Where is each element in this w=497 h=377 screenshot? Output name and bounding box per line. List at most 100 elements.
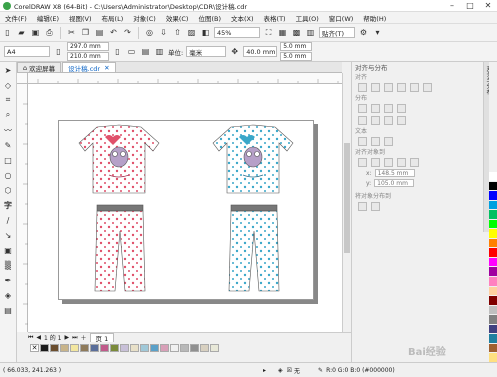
align-right-icon[interactable] bbox=[384, 82, 393, 92]
connector-tool-icon[interactable]: ↘ bbox=[2, 229, 14, 241]
new-icon[interactable]: ▯ bbox=[2, 27, 13, 38]
ellipse-tool-icon[interactable]: ○ bbox=[2, 169, 14, 181]
nudge-distance-field[interactable]: 40.0 mm bbox=[243, 46, 278, 57]
specified-point-icon[interactable] bbox=[410, 157, 419, 167]
scrollbar-thumb[interactable] bbox=[344, 143, 350, 253]
tab-welcome[interactable]: ⌂ 欢迎屏幕 bbox=[17, 62, 62, 73]
color-swatch[interactable] bbox=[120, 343, 129, 352]
menu-help[interactable]: 帮助(H) bbox=[358, 13, 391, 23]
ruler-origin[interactable] bbox=[17, 73, 28, 84]
shape-tool-icon[interactable]: ◇ bbox=[2, 79, 14, 91]
align-left-icon[interactable] bbox=[358, 82, 367, 92]
color-swatch[interactable] bbox=[160, 343, 169, 352]
no-color-swatch[interactable]: ✕ bbox=[30, 343, 39, 352]
freehand-tool-icon[interactable]: 〰 bbox=[2, 124, 14, 136]
color-swatch[interactable] bbox=[180, 343, 189, 352]
zoom-level-select[interactable]: 45% bbox=[214, 27, 260, 38]
distribute-right-icon[interactable] bbox=[397, 103, 406, 113]
color-swatch[interactable] bbox=[50, 343, 59, 352]
last-page-icon[interactable]: ⏭ bbox=[72, 334, 77, 342]
options-icon[interactable]: ▾ bbox=[372, 27, 383, 38]
eyedropper-icon[interactable]: ✒ bbox=[2, 274, 14, 286]
polygon-tool-icon[interactable]: ⬡ bbox=[2, 184, 14, 196]
grid-align-icon[interactable] bbox=[397, 157, 406, 167]
color-swatch[interactable] bbox=[489, 200, 497, 210]
paste-icon[interactable]: ▤ bbox=[94, 27, 105, 38]
artistic-media-icon[interactable]: ✎ bbox=[2, 139, 14, 151]
menu-text[interactable]: 文本(X) bbox=[226, 13, 259, 23]
smart-fill-icon[interactable]: ▤ bbox=[2, 304, 14, 316]
color-swatch[interactable] bbox=[489, 296, 497, 305]
redo-icon[interactable]: ↷ bbox=[122, 27, 133, 38]
full-screen-icon[interactable]: ⛶ bbox=[263, 27, 274, 38]
first-page-icon[interactable]: ⏮ bbox=[28, 334, 33, 342]
open-icon[interactable]: ▰ bbox=[16, 27, 27, 38]
print-icon[interactable]: ⎙ bbox=[44, 27, 55, 38]
snap-to-dropdown[interactable]: 贴齐(T) bbox=[319, 27, 355, 38]
close-tab-icon[interactable]: ✕ bbox=[104, 64, 109, 72]
menu-bitmaps[interactable]: 位图(B) bbox=[193, 13, 226, 23]
gear-icon[interactable]: ⚙ bbox=[358, 27, 369, 38]
color-swatch[interactable] bbox=[489, 353, 497, 362]
current-page-icon[interactable]: ▥ bbox=[154, 46, 165, 57]
drawing-canvas[interactable] bbox=[28, 84, 342, 332]
menu-tools[interactable]: 工具(O) bbox=[291, 13, 324, 23]
menu-window[interactable]: 窗口(W) bbox=[324, 13, 359, 23]
color-swatch[interactable] bbox=[210, 343, 219, 352]
duplicate-y-field[interactable]: 5.0 mm bbox=[280, 52, 313, 61]
copy-icon[interactable]: ❐ bbox=[80, 27, 91, 38]
page-extent-icon[interactable] bbox=[371, 201, 380, 211]
align-top-icon[interactable] bbox=[397, 82, 406, 92]
menu-layout[interactable]: 布局(L) bbox=[97, 13, 129, 23]
horizontal-ruler[interactable] bbox=[28, 73, 342, 84]
tab-design-doc[interactable]: 设计稿.cdr ✕ bbox=[62, 62, 116, 73]
page-height-field[interactable]: 210.0 mm bbox=[67, 52, 109, 61]
distribute-center-h-icon[interactable] bbox=[371, 103, 380, 113]
distribute-bottom-icon[interactable] bbox=[397, 115, 406, 125]
color-swatch[interactable] bbox=[140, 343, 149, 352]
color-swatch[interactable] bbox=[489, 343, 497, 353]
page-center-icon[interactable] bbox=[384, 157, 393, 167]
distribute-left-icon[interactable] bbox=[358, 103, 367, 113]
color-swatch[interactable] bbox=[60, 343, 69, 352]
color-swatch[interactable] bbox=[190, 343, 199, 352]
color-swatch[interactable] bbox=[489, 219, 497, 229]
all-pages-icon[interactable]: ▤ bbox=[140, 46, 151, 57]
minimize-icon[interactable]: – bbox=[443, 0, 461, 12]
portrait-orientation-icon[interactable]: ▯ bbox=[112, 46, 123, 57]
menu-edit[interactable]: 编辑(E) bbox=[32, 13, 64, 23]
search-content-icon[interactable]: ◎ bbox=[144, 27, 155, 38]
distribute-spacing-h-icon[interactable] bbox=[384, 103, 393, 113]
paper-size-select[interactable]: A4 bbox=[4, 46, 50, 57]
active-objects-icon[interactable] bbox=[358, 157, 367, 167]
color-swatch[interactable] bbox=[489, 181, 497, 191]
interactive-fill-icon[interactable]: ◈ bbox=[2, 289, 14, 301]
crop-tool-icon[interactable]: ⌗ bbox=[2, 94, 14, 106]
page-width-field[interactable]: 297.0 mm bbox=[67, 42, 109, 51]
menu-view[interactable]: 视图(V) bbox=[64, 13, 97, 23]
color-swatch[interactable] bbox=[80, 343, 89, 352]
color-swatch[interactable] bbox=[40, 343, 49, 352]
pdf-icon[interactable]: ▨ bbox=[186, 27, 197, 38]
align-center-h-icon[interactable] bbox=[371, 82, 380, 92]
transparency-icon[interactable]: ▒ bbox=[2, 259, 14, 271]
color-swatch[interactable] bbox=[489, 305, 497, 315]
align-center-v-icon[interactable] bbox=[410, 82, 419, 92]
zoom-tool-icon[interactable]: ⌕ bbox=[2, 109, 14, 121]
app-launcher-icon[interactable]: ◧ bbox=[200, 27, 211, 38]
color-swatch[interactable] bbox=[489, 267, 497, 277]
color-swatch[interactable] bbox=[130, 343, 139, 352]
export-icon[interactable]: ⇧ bbox=[172, 27, 183, 38]
color-swatch[interactable] bbox=[489, 210, 497, 219]
color-swatch[interactable] bbox=[489, 191, 497, 200]
color-swatch[interactable] bbox=[489, 334, 497, 343]
x-field[interactable]: 148.5 mm bbox=[374, 169, 415, 177]
prev-page-icon[interactable]: ◀ bbox=[36, 334, 41, 341]
page-edge-icon[interactable] bbox=[371, 157, 380, 167]
next-page-icon[interactable]: ▶ bbox=[64, 334, 69, 341]
color-swatch[interactable] bbox=[489, 286, 497, 296]
cut-icon[interactable]: ✂ bbox=[66, 27, 77, 38]
color-swatch[interactable] bbox=[200, 343, 209, 352]
y-field[interactable]: 105.0 mm bbox=[374, 179, 415, 187]
color-swatch[interactable] bbox=[70, 343, 79, 352]
